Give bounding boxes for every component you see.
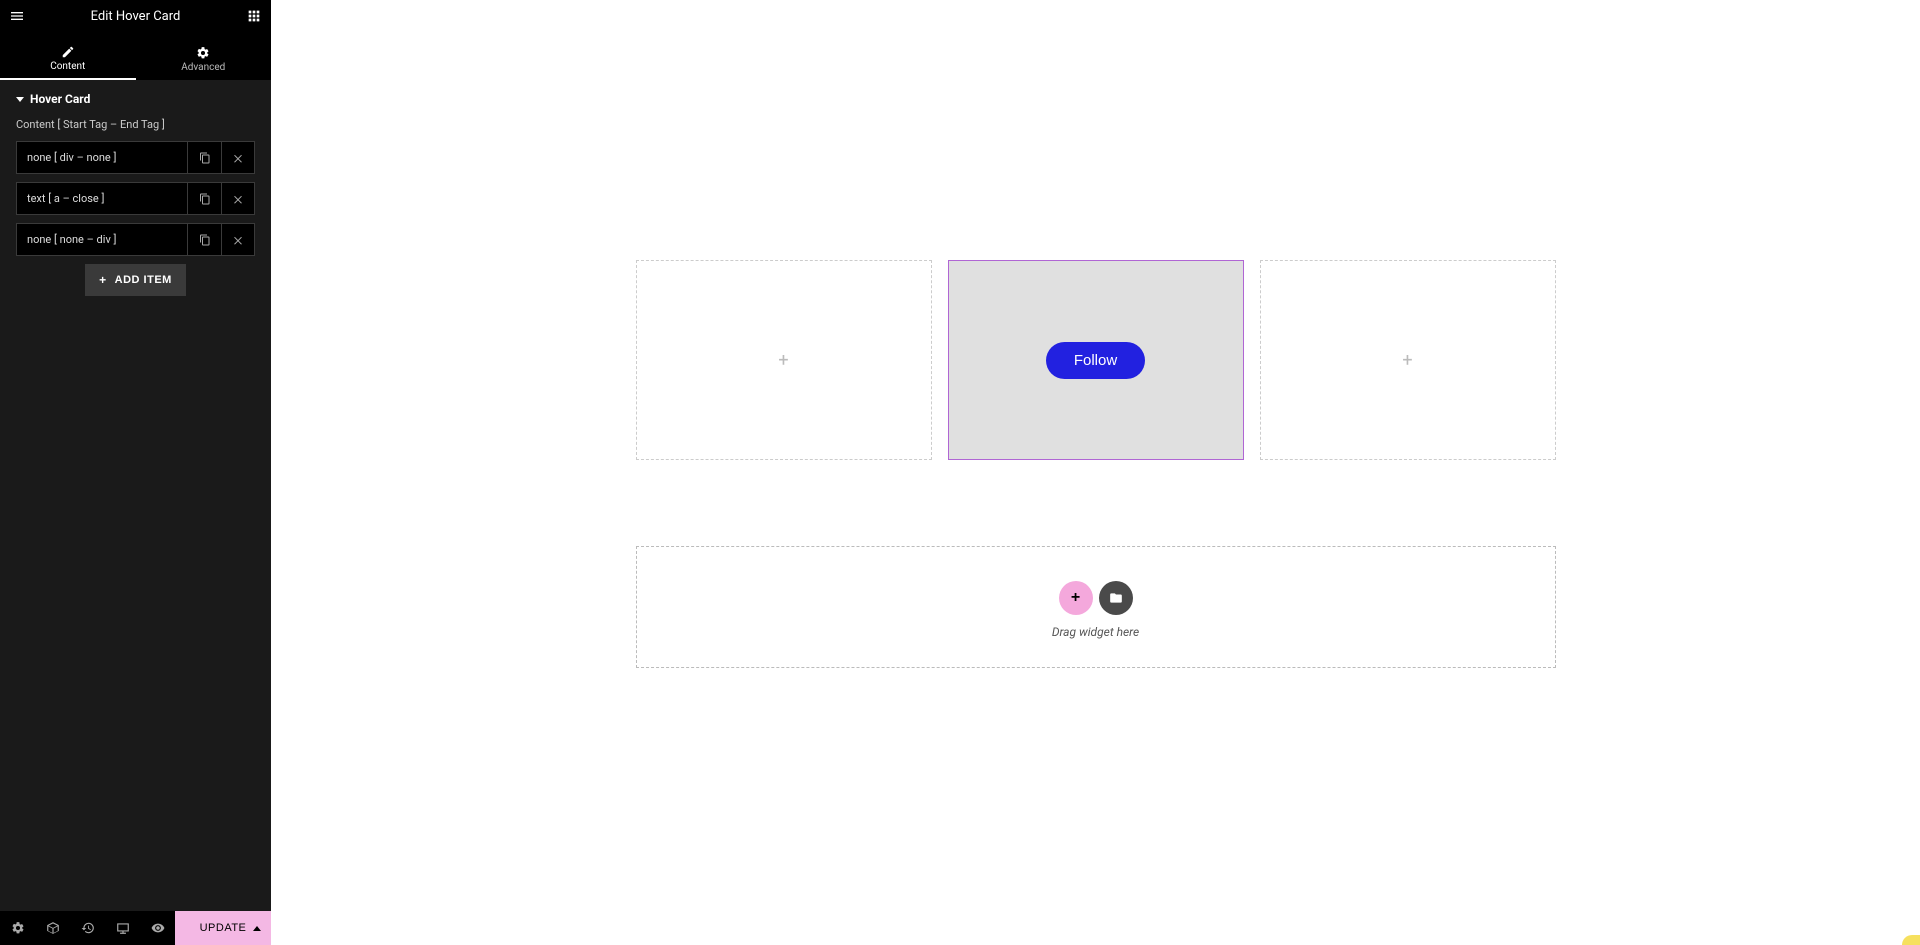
tab-advanced-label: Advanced bbox=[181, 62, 225, 73]
hamburger-icon[interactable] bbox=[8, 7, 26, 25]
sidebar-header: Edit Hover Card bbox=[0, 0, 271, 32]
remove-button[interactable] bbox=[221, 182, 255, 215]
canvas-inner: + Follow + + Drag widget here bbox=[271, 0, 1920, 708]
section-toggle-hover-card[interactable]: Hover Card bbox=[0, 80, 271, 114]
add-widget-icon[interactable]: + bbox=[1402, 350, 1412, 371]
drag-hint-text: Drag widget here bbox=[1052, 625, 1139, 639]
repeater-item: none [ div – none ] bbox=[16, 141, 255, 174]
caret-up-icon bbox=[253, 926, 261, 931]
duplicate-button[interactable] bbox=[187, 182, 221, 215]
repeater-item: none [ none – div ] bbox=[16, 223, 255, 256]
repeater-item-label[interactable]: none [ none – div ] bbox=[16, 223, 187, 256]
update-button[interactable]: UPDATE bbox=[175, 911, 271, 945]
add-widget-icon[interactable]: + bbox=[778, 350, 788, 371]
new-section-actions: + bbox=[1059, 581, 1133, 615]
tab-content[interactable]: Content bbox=[0, 32, 136, 80]
settings-icon[interactable] bbox=[0, 911, 35, 945]
editor-sidebar: Edit Hover Card Content Advanced Hover C… bbox=[0, 0, 271, 945]
editor-canvas: + Follow + + Drag widget here bbox=[271, 0, 1920, 945]
empty-column-right[interactable]: + bbox=[1260, 260, 1556, 460]
sidebar-body: Hover Card Content [ Start Tag – End Tag… bbox=[0, 80, 271, 911]
caret-down-icon bbox=[16, 97, 24, 102]
responsive-icon[interactable] bbox=[105, 911, 140, 945]
empty-column-left[interactable]: + bbox=[636, 260, 932, 460]
sidebar-footer: UPDATE bbox=[0, 911, 271, 945]
plus-icon: + bbox=[99, 273, 107, 287]
hover-card-widget[interactable]: Follow bbox=[948, 260, 1244, 460]
history-icon[interactable] bbox=[70, 911, 105, 945]
update-label: UPDATE bbox=[200, 922, 247, 934]
add-item-button[interactable]: + ADD ITEM bbox=[85, 264, 186, 296]
tab-content-label: Content bbox=[50, 61, 85, 72]
new-section-dropzone[interactable]: + Drag widget here bbox=[636, 546, 1556, 668]
apps-grid-icon[interactable] bbox=[245, 7, 263, 25]
section-title: Hover Card bbox=[30, 92, 90, 106]
add-section-button[interactable]: + bbox=[1059, 581, 1093, 615]
tab-advanced[interactable]: Advanced bbox=[136, 32, 272, 80]
remove-button[interactable] bbox=[221, 141, 255, 174]
sidebar-tabs: Content Advanced bbox=[0, 32, 271, 80]
corner-decoration bbox=[1902, 935, 1920, 945]
template-library-button[interactable] bbox=[1099, 581, 1133, 615]
section-subtitle: Content [ Start Tag – End Tag ] bbox=[0, 114, 271, 141]
repeater-item-label[interactable]: text [ a – close ] bbox=[16, 182, 187, 215]
repeater-item-label[interactable]: none [ div – none ] bbox=[16, 141, 187, 174]
preview-icon[interactable] bbox=[140, 911, 175, 945]
duplicate-button[interactable] bbox=[187, 141, 221, 174]
columns-row: + Follow + bbox=[636, 260, 1556, 460]
remove-button[interactable] bbox=[221, 223, 255, 256]
navigator-icon[interactable] bbox=[35, 911, 70, 945]
follow-button[interactable]: Follow bbox=[1046, 342, 1145, 379]
repeater-item: text [ a – close ] bbox=[16, 182, 255, 215]
add-item-label: ADD ITEM bbox=[115, 274, 172, 286]
duplicate-button[interactable] bbox=[187, 223, 221, 256]
panel-title: Edit Hover Card bbox=[26, 9, 245, 24]
